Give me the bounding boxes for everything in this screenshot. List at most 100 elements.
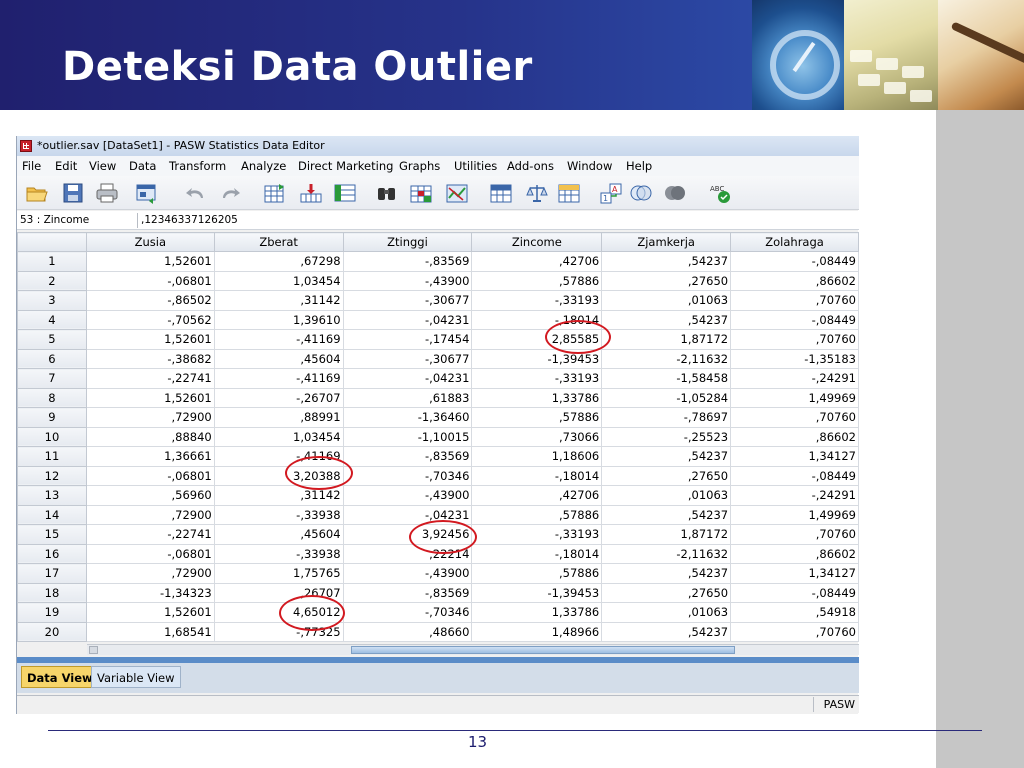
data-cell[interactable]: 1,87172 <box>601 329 732 350</box>
data-cell[interactable]: ,72900 <box>85 504 215 525</box>
menu-data[interactable]: Data <box>129 159 156 173</box>
data-cell[interactable]: 1,75765 <box>213 563 344 584</box>
find-icon[interactable] <box>375 182 399 204</box>
data-cell[interactable]: -,43900 <box>342 485 473 506</box>
data-cell[interactable]: -,33193 <box>471 368 603 389</box>
data-cell[interactable]: -,41169 <box>213 446 344 467</box>
data-cell[interactable]: ,70760 <box>730 621 859 642</box>
data-cell[interactable]: 1,87172 <box>601 524 732 545</box>
data-cell[interactable]: ,42706 <box>471 251 603 272</box>
row-number[interactable]: 13 <box>17 485 87 506</box>
spell-check-icon[interactable]: ABC <box>709 182 733 204</box>
data-cell[interactable]: ,61883 <box>342 387 473 408</box>
data-cell[interactable]: ,67298 <box>213 251 344 272</box>
tab-variable-view[interactable]: Variable View <box>91 666 181 688</box>
menu-utilities[interactable]: Utilities <box>454 159 497 173</box>
data-cell[interactable]: -,30677 <box>342 290 473 311</box>
corner-cell[interactable] <box>17 232 87 252</box>
undo-icon[interactable] <box>183 182 207 204</box>
data-cell[interactable]: ,56960 <box>85 485 215 506</box>
data-cell[interactable]: -,08449 <box>730 465 859 486</box>
row-number[interactable]: 17 <box>17 563 87 584</box>
data-cell[interactable]: ,54237 <box>601 504 732 525</box>
row-number[interactable]: 4 <box>17 309 87 330</box>
data-cell[interactable]: -1,34323 <box>85 582 215 603</box>
goto-case-icon[interactable] <box>263 182 287 204</box>
data-cell[interactable]: ,72900 <box>85 563 215 584</box>
data-cell[interactable]: -,83569 <box>342 251 473 272</box>
data-cell[interactable]: 4,65012 <box>213 602 344 623</box>
save-icon[interactable] <box>61 182 85 204</box>
data-cell[interactable]: -,41169 <box>213 368 344 389</box>
data-cell[interactable]: ,70760 <box>730 407 859 428</box>
data-cell[interactable]: -,08449 <box>730 309 859 330</box>
data-cell[interactable]: ,54237 <box>601 309 732 330</box>
data-cell[interactable]: -,70562 <box>85 309 215 330</box>
row-number[interactable]: 12 <box>17 465 87 486</box>
data-cell[interactable]: -1,35183 <box>730 348 859 369</box>
data-cell[interactable]: -,83569 <box>342 446 473 467</box>
data-cell[interactable]: ,45604 <box>213 524 344 545</box>
data-cell[interactable]: 1,03454 <box>213 270 344 291</box>
dialog-recall-icon[interactable] <box>135 182 159 204</box>
data-cell[interactable]: -,70346 <box>342 465 473 486</box>
value-labels-icon[interactable]: A 1 <box>599 182 623 204</box>
cell-value-input[interactable]: ,12346337126205 <box>141 214 238 226</box>
insert-cases-icon[interactable] <box>409 182 433 204</box>
data-cell[interactable]: ,27650 <box>601 465 732 486</box>
data-cell[interactable]: ,42706 <box>471 485 603 506</box>
data-cell[interactable]: ,01063 <box>601 290 732 311</box>
row-number[interactable]: 16 <box>17 543 87 564</box>
data-cell[interactable]: ,57886 <box>471 563 603 584</box>
data-cell[interactable]: -,04231 <box>342 504 473 525</box>
data-cell[interactable]: ,54918 <box>730 602 859 623</box>
data-cell[interactable]: 1,33786 <box>471 602 603 623</box>
data-cell[interactable]: -,78697 <box>601 407 732 428</box>
data-cell[interactable]: 3,20388 <box>213 465 344 486</box>
data-cell[interactable]: -,24291 <box>730 485 859 506</box>
data-cell[interactable]: -,43900 <box>342 270 473 291</box>
select-cases-icon[interactable] <box>557 182 581 204</box>
data-cell[interactable]: 1,49969 <box>730 387 859 408</box>
data-cell[interactable]: -,06801 <box>85 543 215 564</box>
column-header-zusia[interactable]: Zusia <box>85 232 215 252</box>
insert-variable-icon[interactable] <box>445 182 469 204</box>
print-icon[interactable] <box>95 182 119 204</box>
split-file-icon[interactable] <box>489 182 513 204</box>
data-cell[interactable]: ,86602 <box>730 270 859 291</box>
row-number[interactable]: 15 <box>17 524 87 545</box>
data-cell[interactable]: ,86602 <box>730 543 859 564</box>
data-cell[interactable]: -1,36460 <box>342 407 473 428</box>
open-folder-icon[interactable] <box>25 182 49 204</box>
data-cell[interactable]: 1,36661 <box>85 446 215 467</box>
column-header-zolahraga[interactable]: Zolahraga <box>730 232 859 252</box>
menu-file[interactable]: File <box>22 159 41 173</box>
tab-data-view[interactable]: Data View <box>21 666 99 688</box>
row-number[interactable]: 10 <box>17 426 87 447</box>
data-cell[interactable]: ,31142 <box>213 485 344 506</box>
data-cell[interactable]: -,30677 <box>342 348 473 369</box>
data-cell[interactable]: 1,52601 <box>85 387 215 408</box>
menu-window[interactable]: Window <box>567 159 612 173</box>
redo-icon[interactable] <box>219 182 243 204</box>
data-cell[interactable]: -,22741 <box>85 368 215 389</box>
menu-edit[interactable]: Edit <box>55 159 77 173</box>
data-cell[interactable]: 1,18606 <box>471 446 603 467</box>
data-cell[interactable]: -,70346 <box>342 602 473 623</box>
menu-graphs[interactable]: Graphs <box>399 159 440 173</box>
menu-transform[interactable]: Transform <box>169 159 226 173</box>
data-cell[interactable]: ,22214 <box>342 543 473 564</box>
row-number[interactable]: 1 <box>17 251 87 272</box>
row-number[interactable]: 7 <box>17 368 87 389</box>
data-cell[interactable]: ,54237 <box>601 563 732 584</box>
data-cell[interactable]: ,27650 <box>601 582 732 603</box>
data-cell[interactable]: ,73066 <box>471 426 603 447</box>
data-cell[interactable]: -,41169 <box>213 329 344 350</box>
row-number[interactable]: 3 <box>17 290 87 311</box>
data-cell[interactable]: ,45604 <box>213 348 344 369</box>
data-cell[interactable]: ,57886 <box>471 270 603 291</box>
data-cell[interactable]: ,70760 <box>730 329 859 350</box>
data-cell[interactable]: ,31142 <box>213 290 344 311</box>
data-cell[interactable]: -2,11632 <box>601 543 732 564</box>
data-cell[interactable]: ,54237 <box>601 251 732 272</box>
